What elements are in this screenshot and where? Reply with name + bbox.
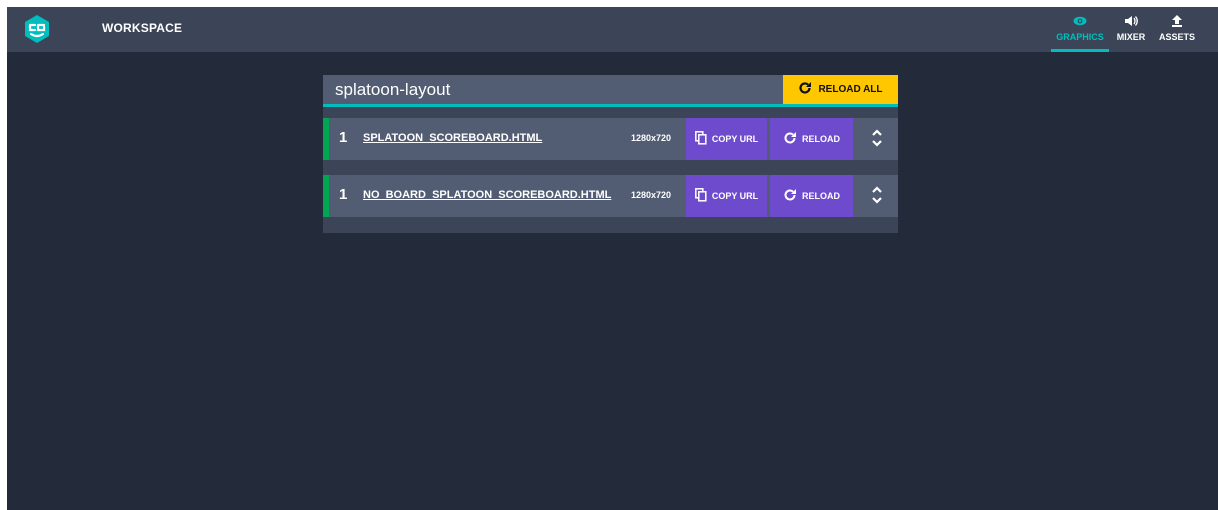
instance-count: 1 bbox=[339, 129, 348, 146]
graphic-link[interactable]: SPLATOON_SCOREBOARD.HTML bbox=[363, 132, 542, 144]
expand-button[interactable] bbox=[856, 175, 898, 217]
copy-url-button[interactable]: COPY URL bbox=[686, 175, 767, 217]
tab-graphics-label: GRAPHICS bbox=[1056, 32, 1104, 42]
reload-all-button[interactable]: RELOAD ALL bbox=[783, 75, 898, 104]
upload-icon bbox=[1157, 15, 1197, 31]
app-window: WORKSPACE GRAPHICS MIXER ASSETS splatoon… bbox=[7, 7, 1218, 510]
reload-button[interactable]: RELOAD bbox=[770, 118, 853, 160]
app-title: WORKSPACE bbox=[102, 21, 183, 35]
status-marker bbox=[323, 118, 329, 160]
graphic-row: 1 NO_BOARD_SPLATOON_SCOREBOARD.HTML 1280… bbox=[323, 175, 898, 217]
reload-button[interactable]: RELOAD bbox=[770, 175, 853, 217]
panel-header: splatoon-layout RELOAD ALL bbox=[323, 75, 898, 104]
status-marker bbox=[323, 175, 329, 217]
copy-icon bbox=[694, 188, 707, 204]
tab-assets-label: ASSETS bbox=[1158, 32, 1195, 42]
reload-label: RELOAD bbox=[802, 191, 840, 201]
chevron-up-down-icon bbox=[871, 186, 883, 206]
reload-all-label: RELOAD ALL bbox=[818, 84, 883, 95]
copy-url-label: COPY URL bbox=[711, 134, 759, 144]
reload-icon bbox=[783, 131, 797, 147]
bundle-title: splatoon-layout bbox=[335, 80, 451, 99]
reload-icon bbox=[783, 188, 797, 204]
graphic-row: 1 SPLATOON_SCOREBOARD.HTML 1280x720 COPY… bbox=[323, 118, 898, 160]
reload-icon bbox=[798, 81, 812, 98]
copy-url-button[interactable]: COPY URL bbox=[686, 118, 767, 160]
tab-assets[interactable]: ASSETS bbox=[1157, 15, 1197, 52]
top-bar: WORKSPACE GRAPHICS MIXER ASSETS bbox=[7, 7, 1218, 52]
panel-accent-bar bbox=[323, 104, 898, 107]
nodecg-logo[interactable] bbox=[22, 14, 52, 44]
tab-mixer-label: MIXER bbox=[1116, 32, 1146, 42]
tab-graphics[interactable]: GRAPHICS bbox=[1051, 15, 1109, 52]
copy-icon bbox=[694, 131, 707, 147]
tab-mixer[interactable]: MIXER bbox=[1114, 15, 1148, 52]
speaker-icon bbox=[1114, 15, 1148, 31]
reload-label: RELOAD bbox=[802, 134, 840, 144]
copy-url-label: COPY URL bbox=[711, 191, 759, 201]
graphic-link[interactable]: NO_BOARD_SPLATOON_SCOREBOARD.HTML bbox=[363, 189, 611, 201]
chevron-up-down-icon bbox=[871, 129, 883, 149]
eye-icon bbox=[1051, 15, 1109, 31]
expand-button[interactable] bbox=[856, 118, 898, 160]
graphic-resolution: 1280x720 bbox=[631, 133, 672, 143]
instance-count: 1 bbox=[339, 186, 348, 203]
graphic-resolution: 1280x720 bbox=[631, 190, 672, 200]
bundle-panel: splatoon-layout RELOAD ALL 1 SPLATOON_SC… bbox=[323, 75, 898, 233]
